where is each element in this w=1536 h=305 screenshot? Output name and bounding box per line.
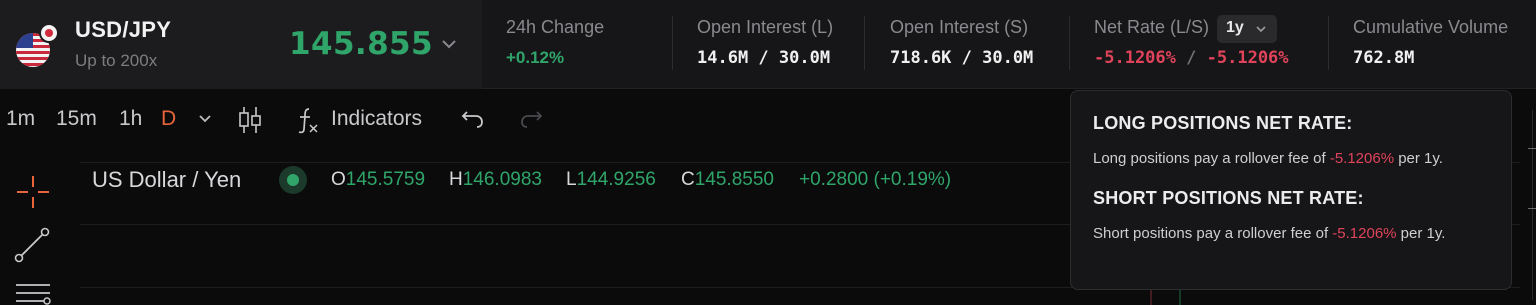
long-rate-value: -5.1206% (1329, 150, 1395, 167)
market-header: USD/JPY Up to 200x 145.855 24h Change +0… (0, 0, 1536, 89)
ohlc-high: H146.0983 (449, 169, 542, 191)
ohlc-high-label: H (449, 169, 463, 190)
net-rate-short: -5.1206% (1206, 48, 1289, 68)
long-net-rate-heading: LONG POSITIONS NET RATE: (1093, 113, 1353, 133)
trend-line-icon[interactable] (13, 226, 51, 264)
ohlc-high-value: 146.0983 (462, 169, 542, 190)
net-rate-long: -5.1206% (1094, 48, 1176, 68)
oi-short-value: 718.6K / 30.0M (890, 48, 1034, 68)
net-rate-period: 1y (1226, 19, 1244, 36)
chevron-down-icon (1256, 26, 1266, 33)
long-net-rate-text: Long positions pay a rollover fee of -5.… (1093, 146, 1493, 172)
change-label: 24h Change (506, 17, 605, 37)
ohlc-open-label: O (331, 169, 346, 190)
ohlc-low-label: L (566, 169, 577, 190)
undo-icon[interactable] (460, 108, 486, 130)
market-status-indicator (279, 166, 307, 194)
ohlc-open-value: 145.5759 (345, 169, 426, 190)
volume-label: Cumulative Volume (1353, 17, 1509, 37)
net-rate-label: Net Rate (L/S) (1094, 17, 1210, 37)
short-net-rate-heading: SHORT POSITIONS NET RATE: (1093, 188, 1364, 208)
short-rate-value: -5.1206% (1332, 225, 1397, 242)
chevron-down-icon[interactable] (196, 112, 214, 126)
long-text-after: per 1y. (1394, 150, 1443, 167)
change-value: +0.12% (506, 48, 565, 67)
volume-value: 762.8M (1353, 48, 1415, 68)
timeframe-d[interactable]: D (161, 107, 176, 131)
oi-long-label: Open Interest (L) (697, 17, 834, 37)
ohlc-change: +0.2800 (+0.19%) (799, 169, 951, 191)
ohlc-close: C145.8550 (681, 169, 774, 191)
drawing-tools-panel (0, 160, 66, 305)
candlestick-icon[interactable] (237, 105, 263, 135)
ohlc-low-value: 144.9256 (576, 169, 656, 190)
net-rate-value: -5.1206% / -5.1206% (1094, 48, 1289, 68)
indicators-button[interactable]: Indicators (331, 107, 422, 131)
horizontal-lines-icon[interactable] (14, 282, 52, 305)
chart-symbol-title: US Dollar / Yen (92, 167, 242, 192)
short-net-rate-text: Short positions pay a rollover fee of -5… (1093, 221, 1483, 247)
net-rate-period-select[interactable]: 1y (1217, 15, 1277, 43)
divider (864, 16, 865, 70)
oi-short-label: Open Interest (S) (890, 17, 1029, 37)
long-text-before: Long positions pay a rollover fee of (1093, 150, 1330, 167)
net-rate-tooltip: LONG POSITIONS NET RATE: Long positions … (1070, 90, 1512, 290)
timeframe-1h[interactable]: 1h (119, 107, 142, 131)
divider (1069, 16, 1070, 70)
function-icon[interactable] (296, 105, 322, 135)
ohlc-close-label: C (681, 169, 695, 190)
timeframe-15m[interactable]: 15m (56, 107, 97, 131)
price-scale-edge (1520, 90, 1536, 305)
ohlc-legend: O145.5759 (331, 169, 425, 191)
short-text-before: Short positions pay a rollover fee of (1093, 225, 1333, 242)
divider (1328, 16, 1329, 70)
redo-icon[interactable] (518, 108, 544, 130)
ohlc-close-value: 145.8550 (694, 169, 774, 190)
timeframe-1m[interactable]: 1m (6, 107, 35, 131)
ohlc-change-value: +0.2800 (+0.19%) (799, 169, 952, 190)
candle-partial (1150, 290, 1181, 305)
pair-leverage: Up to 200x (75, 51, 158, 70)
crosshair-icon[interactable] (15, 174, 51, 210)
net-rate-separator: / (1186, 48, 1197, 68)
oi-long-value: 14.6M / 30.0M (697, 48, 831, 68)
ohlc-low: L144.9256 (566, 169, 656, 191)
us-flag-icon (16, 24, 59, 67)
pair-selector[interactable]: USD/JPY Up to 200x 145.855 (0, 0, 482, 89)
chevron-down-icon[interactable] (439, 34, 459, 54)
divider (672, 16, 673, 70)
short-text-after: per 1y. (1396, 225, 1446, 242)
current-price: 145.855 (289, 26, 433, 62)
pair-symbol: USD/JPY (75, 17, 172, 42)
